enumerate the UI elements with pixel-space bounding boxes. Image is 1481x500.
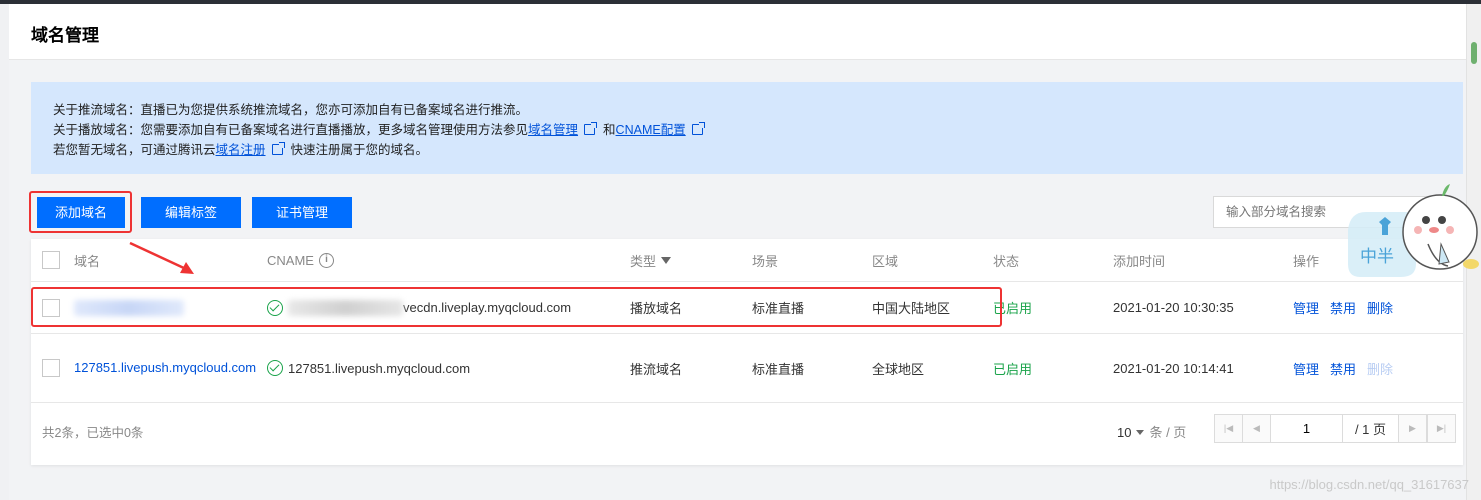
cert-management-button[interactable]: 证书管理 <box>252 197 352 228</box>
first-page-icon[interactable]: |◀ <box>1215 415 1243 442</box>
redacted-cname-prefix <box>288 299 403 316</box>
domain-link[interactable]: 127851.livepush.myqcloud.com <box>74 358 256 378</box>
cname-cell: 127851.livepush.myqcloud.com <box>267 334 470 402</box>
manage-link[interactable]: 管理 <box>1293 298 1319 317</box>
check-circle-icon <box>267 360 283 376</box>
mascot-icon: 中半 <box>1348 184 1479 277</box>
page-size-select[interactable]: 10 条 / 页 <box>1117 422 1186 441</box>
table-header-row: 域名 CNAME i 类型 场景 区域 状态 添加时间 操作 <box>31 239 1463 282</box>
ops-cell: 管理 禁用 删除 <box>1293 282 1404 333</box>
column-header-cname: CNAME i <box>267 239 334 281</box>
filter-icon[interactable] <box>661 256 672 264</box>
cname-cell: vecdn.liveplay.myqcloud.com <box>267 282 571 333</box>
cname-config-link[interactable]: CNAME配置 <box>616 123 686 137</box>
total-pages: / 1 页 <box>1343 415 1399 442</box>
pagination: |◀ ◀ / 1 页 ▶ ▶| <box>1214 414 1456 443</box>
external-link-icon <box>584 122 598 135</box>
column-header-scene: 场景 <box>752 253 779 269</box>
column-header-status: 状态 <box>993 253 1020 269</box>
time-cell: 2021-01-20 10:30:35 <box>1113 300 1234 315</box>
disable-link[interactable]: 禁用 <box>1330 359 1356 378</box>
disable-link[interactable]: 禁用 <box>1330 298 1356 317</box>
region-cell: 中国大陆地区 <box>872 301 951 316</box>
mascot-sticker: 中半 <box>1346 182 1481 282</box>
edit-tags-button[interactable]: 编辑标签 <box>141 197 241 228</box>
column-header-region: 区域 <box>872 253 899 269</box>
selection-summary: 共2条，已选中0条 <box>42 426 144 440</box>
redacted-domain <box>74 299 184 316</box>
notice-line-push: 关于推流域名：直播已为您提供系统推流域名，您亦可添加自有已备案域名进行推流。 <box>53 103 529 117</box>
info-icon[interactable]: i <box>318 252 334 268</box>
type-cell: 推流域名 <box>630 361 683 377</box>
prev-page-icon[interactable]: ◀ <box>1243 415 1271 442</box>
notice-line-play: 关于播放域名：您需要添加自有已备案域名进行直播播放，更多域名管理使用方法参见域名… <box>53 120 1441 140</box>
domain-register-link[interactable]: 域名注册 <box>216 143 266 157</box>
external-link-icon <box>691 122 705 135</box>
table-row: vecdn.liveplay.myqcloud.com 播放域名 标准直播 中国… <box>31 282 1463 334</box>
scene-cell: 标准直播 <box>752 301 805 316</box>
status-badge: 已启用 <box>993 301 1033 316</box>
column-header-time: 添加时间 <box>1113 253 1166 269</box>
select-all-checkbox[interactable] <box>42 251 60 269</box>
row-checkbox[interactable] <box>42 298 60 317</box>
external-link-icon <box>271 142 285 155</box>
region-cell: 全球地区 <box>872 361 925 377</box>
domain-table: 域名 CNAME i 类型 场景 区域 状态 添加时间 操作 vecdn.live… <box>31 239 1463 465</box>
ops-cell: 管理 禁用 删除 <box>1293 334 1404 402</box>
status-badge: 已启用 <box>993 361 1033 377</box>
row-checkbox[interactable] <box>42 359 60 377</box>
page-number-input[interactable] <box>1271 415 1343 442</box>
domain-management-link[interactable]: 域名管理 <box>528 123 578 137</box>
scene-cell: 标准直播 <box>752 361 805 377</box>
domain-cell: 127851.livepush.myqcloud.com <box>74 334 256 402</box>
delete-link-disabled: 删除 <box>1367 361 1394 377</box>
scrollbar-thumb[interactable] <box>1471 42 1477 64</box>
chevron-down-icon <box>1136 430 1145 435</box>
delete-link[interactable]: 删除 <box>1367 298 1393 317</box>
info-notice: 关于推流域名：直播已为您提供系统推流域名，您亦可添加自有已备案域名进行推流。 关… <box>31 82 1463 174</box>
notice-line-register: 若您暂无域名，可通过腾讯云域名注册 快速注册属于您的域名。 <box>53 142 429 157</box>
svg-text:中半: 中半 <box>1360 247 1394 267</box>
add-domain-button[interactable]: 添加域名 <box>37 197 125 228</box>
column-header-type: 类型 <box>630 239 672 281</box>
time-cell: 2021-01-20 10:14:41 <box>1113 360 1234 376</box>
column-header-domain: 域名 <box>74 253 101 269</box>
page-title: 域名管理 <box>31 26 99 45</box>
column-header-ops: 操作 <box>1293 253 1320 269</box>
next-page-icon[interactable]: ▶ <box>1399 415 1427 442</box>
table-row: 127851.livepush.myqcloud.com 127851.live… <box>31 334 1463 403</box>
check-circle-icon <box>267 299 283 316</box>
left-gutter <box>0 4 9 500</box>
domain-cell <box>74 282 184 333</box>
last-page-icon[interactable]: ▶| <box>1427 415 1455 442</box>
page-header: 域名管理 <box>9 4 1466 60</box>
watermark: https://blog.csdn.net/qq_31617637 <box>1269 477 1470 492</box>
type-cell: 播放域名 <box>630 301 683 316</box>
annotation-arrow-icon <box>129 241 194 274</box>
manage-link[interactable]: 管理 <box>1293 359 1319 378</box>
